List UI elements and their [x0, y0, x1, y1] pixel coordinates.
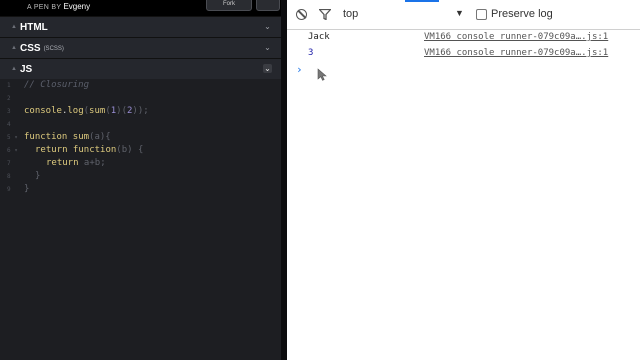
console-message-value: Jack: [308, 32, 330, 42]
panel-js[interactable]: ▲ JS ⌄: [0, 58, 281, 79]
filter-icon[interactable]: [319, 9, 331, 20]
pen-author[interactable]: A PEN BY Evgeny: [27, 2, 90, 11]
console-message-value: 3: [308, 48, 314, 58]
code-token: (a){: [89, 132, 111, 142]
devtools-console: top ▼ Preserve log Jack VM166 console_ru…: [287, 0, 640, 360]
code-token: )(: [116, 106, 127, 116]
console-message-source-link[interactable]: VM166 console_runner-079c09a….js:1: [424, 30, 608, 45]
panel-html-title: HTML: [20, 21, 48, 33]
pen-header: A PEN BY Evgeny Fork: [0, 0, 281, 16]
console-prompt-icon[interactable]: ›: [296, 63, 303, 76]
code-line: 2: [0, 92, 281, 105]
code-token: sum: [89, 106, 106, 116]
line-gutter: 3: [7, 108, 11, 115]
code-line: 1 // Closuring: [0, 79, 281, 92]
line-gutter: 7: [7, 160, 11, 167]
line-gutter: 5 ▾: [7, 134, 18, 141]
pen-by-label: A PEN BY: [27, 4, 62, 11]
panel-html[interactable]: ▲ HTML ⌄: [0, 16, 281, 37]
line-gutter: 1: [7, 82, 11, 89]
code-line: 6 ▾ return function(b) {: [0, 144, 281, 157]
code-line: 9}: [0, 183, 281, 196]
chevron-down-icon[interactable]: ⌄: [263, 64, 272, 73]
console-message: 3 VM166 console_runner-079c09a….js:1: [287, 46, 640, 61]
panel-css-subtitle: (SCSS): [43, 46, 64, 52]
code-token: ));: [132, 106, 149, 116]
clear-console-icon[interactable]: [296, 9, 307, 20]
code-token: log: [67, 106, 84, 116]
line-gutter: 2: [7, 95, 11, 102]
mouse-cursor-icon: [317, 68, 327, 81]
code-token: console: [24, 106, 62, 116]
code-keyword: function: [67, 145, 117, 155]
code-text: function sum(a){: [24, 131, 111, 144]
panel-css[interactable]: ▲ CSS (SCSS) ⌄: [0, 37, 281, 58]
code-text: return function(b) {: [35, 144, 143, 157]
chevron-down-icon[interactable]: ⌄: [263, 22, 272, 31]
code-token: a+b;: [78, 158, 106, 168]
js-code-editor[interactable]: 1 // Closuring 2 3 console.log(sum(1)(2));…: [0, 79, 281, 360]
code-keyword: function: [24, 132, 68, 142]
line-gutter: 6 ▾: [7, 147, 18, 154]
preserve-log-label[interactable]: Preserve log: [491, 8, 553, 20]
line-gutter: 8: [7, 173, 11, 180]
code-line: 3 console.log(sum(1)(2));: [0, 105, 281, 118]
panel-css-title: CSS: [20, 42, 41, 54]
console-message-source-link[interactable]: VM166 console_runner-079c09a….js:1: [424, 46, 608, 61]
active-tab-indicator: [405, 0, 439, 2]
collapse-triangle-icon[interactable]: ▲: [11, 45, 17, 51]
collapse-triangle-icon[interactable]: ▲: [11, 66, 17, 72]
code-line: 4: [0, 118, 281, 131]
code-token: sum: [67, 132, 90, 142]
console-message: Jack VM166 console_runner-079c09a….js:1: [287, 30, 640, 45]
code-line: 8}: [0, 170, 281, 183]
pen-author-name[interactable]: Evgeny: [63, 2, 90, 11]
code-text: return a+b;: [46, 157, 106, 170]
context-selector[interactable]: top: [343, 8, 358, 20]
code-comment: // Closuring: [24, 80, 90, 90]
panel-js-title: JS: [20, 63, 33, 75]
settings-button[interactable]: [256, 0, 280, 11]
fork-button[interactable]: Fork: [206, 0, 252, 11]
console-toolbar: top ▼ Preserve log: [287, 0, 640, 30]
code-text: console.log(sum(1)(2));: [24, 105, 149, 118]
dropdown-caret-icon[interactable]: ▼: [455, 8, 464, 18]
codepen-editor: A PEN BY Evgeny Fork ▲ HTML ⌄ ▲ CSS (SCS…: [0, 0, 281, 360]
preserve-log-checkbox[interactable]: [476, 9, 487, 20]
code-line: 7 return a+b;: [0, 157, 281, 170]
chevron-down-icon[interactable]: ⌄: [263, 43, 272, 52]
line-gutter: 9: [7, 186, 11, 193]
code-line: 5 ▾ function sum(a){: [0, 131, 281, 144]
code-token: (b) {: [116, 145, 144, 155]
collapse-triangle-icon[interactable]: ▲: [11, 24, 17, 30]
code-token: }: [24, 184, 30, 194]
line-gutter: 4: [7, 121, 11, 128]
code-keyword: return: [35, 145, 68, 155]
code-keyword: return: [46, 158, 79, 168]
code-token: }: [35, 171, 41, 181]
